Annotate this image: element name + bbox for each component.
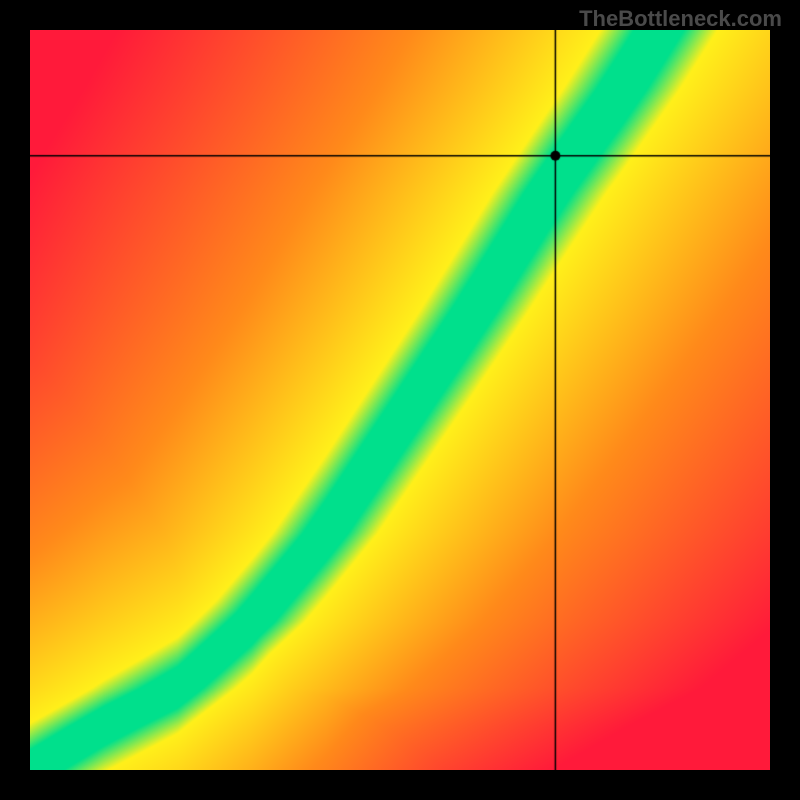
- watermark-text: TheBottleneck.com: [579, 6, 782, 32]
- plot-area: [30, 30, 770, 770]
- heatmap-canvas: [30, 30, 770, 770]
- bottleneck-heatmap: TheBottleneck.com: [0, 0, 800, 800]
